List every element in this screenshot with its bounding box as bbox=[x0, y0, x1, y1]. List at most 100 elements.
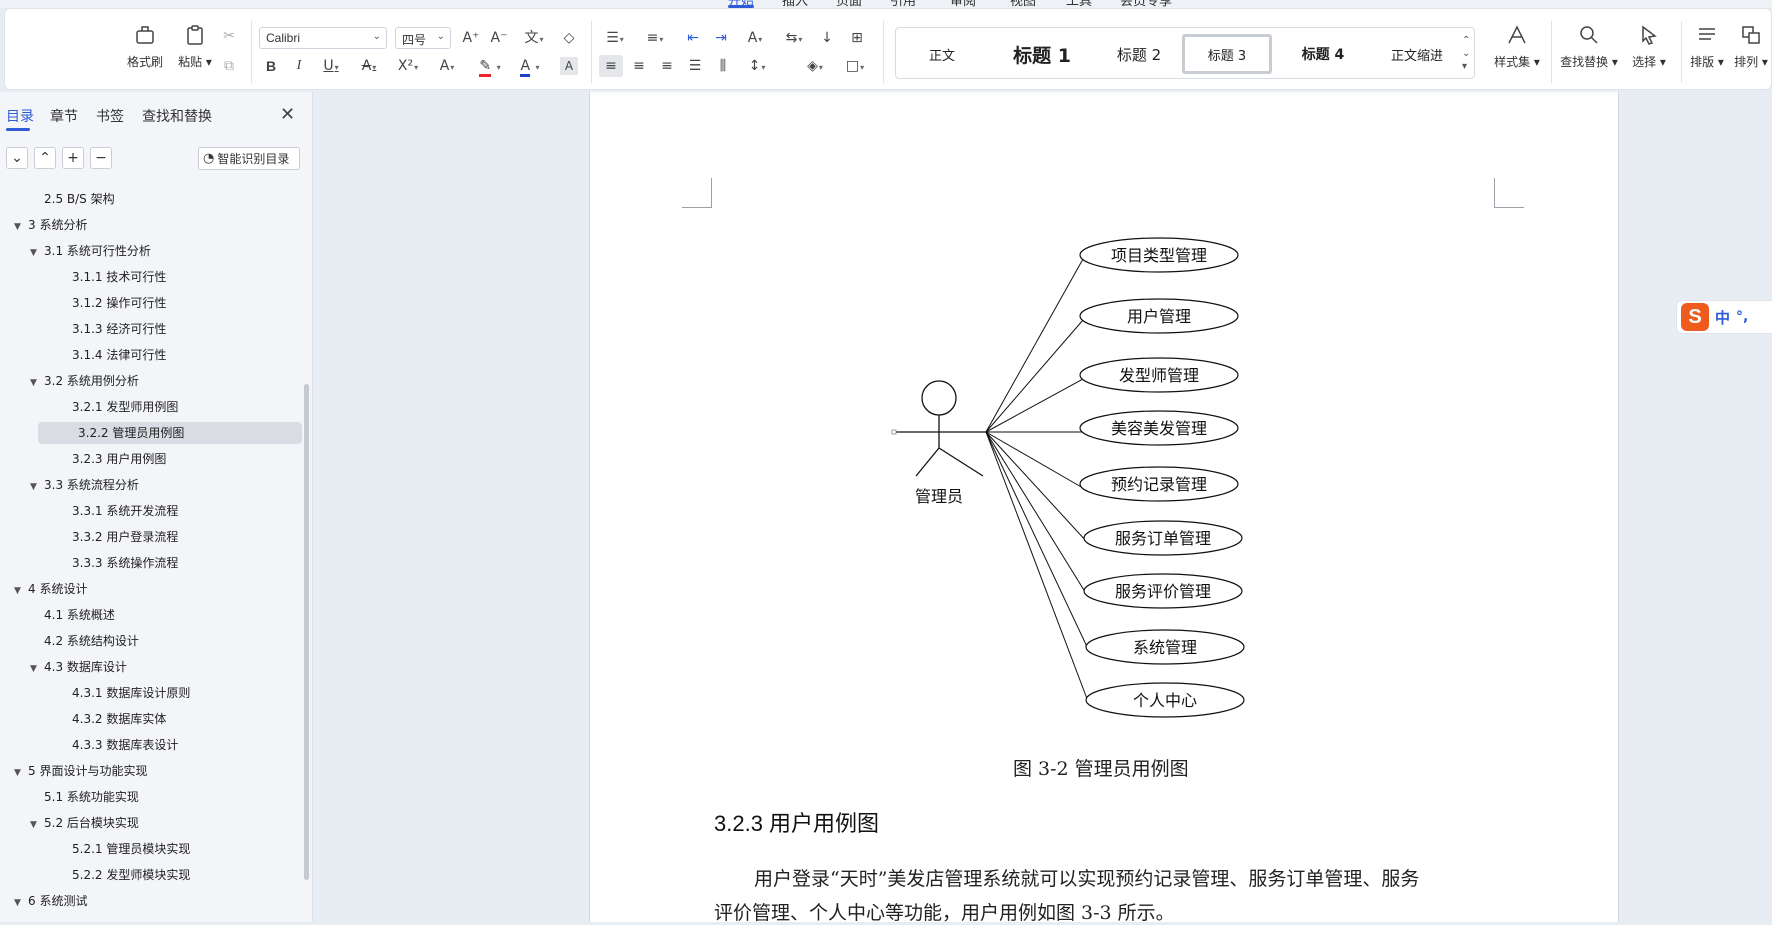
add-heading-button[interactable]: + bbox=[62, 147, 84, 169]
select-button[interactable]: 选择 ▾ bbox=[1627, 23, 1671, 70]
toc-item[interactable]: ▼ 6 系统测试 bbox=[14, 890, 87, 912]
phonetic-guide-icon[interactable]: 文 bbox=[517, 27, 551, 49]
document-page[interactable]: 管理员 项目类型管理 用户管理 发型师管理 美容美发管理 预约记录管理 服务订单管理 服务评价… bbox=[589, 92, 1619, 924]
text-direction-icon[interactable]: ⇆ bbox=[779, 27, 809, 49]
toc-item[interactable]: 4.2 系统结构设计 bbox=[44, 630, 139, 652]
toc-item[interactable]: ▼ 3.1 系统可行性分析 bbox=[30, 240, 151, 262]
expand-triangle-icon[interactable]: ▼ bbox=[30, 242, 44, 264]
toc-item[interactable]: ▼ 3 系统分析 bbox=[14, 214, 87, 236]
toc-item[interactable]: 3.3.2 用户登录流程 bbox=[72, 526, 178, 548]
menu-tab-view[interactable]: 视图 bbox=[1010, 0, 1036, 8]
ime-punctuation[interactable]: °, bbox=[1736, 309, 1748, 325]
paste-button[interactable]: 粘贴 ▾ bbox=[173, 23, 217, 70]
toc-item[interactable]: 3.3.3 系统操作流程 bbox=[72, 552, 178, 574]
toc-item[interactable]: 5.2.2 发型师模块实现 bbox=[72, 864, 190, 886]
menu-tab-review[interactable]: 审阅 bbox=[950, 0, 976, 8]
arrange-button[interactable]: 排列 ▾ bbox=[1731, 23, 1771, 70]
menu-tab-insert[interactable]: 插入 bbox=[782, 0, 808, 8]
toc-item[interactable]: 2.5 B/S 架构 bbox=[44, 188, 115, 210]
italic-icon[interactable]: I bbox=[287, 55, 311, 77]
nav-tab-bookmarks[interactable]: 书签 bbox=[96, 106, 124, 126]
style-heading-2[interactable]: 标题 2 bbox=[1096, 36, 1182, 72]
line-spacing-icon[interactable]: ↕ bbox=[741, 55, 773, 77]
align-center-icon[interactable]: ≡ bbox=[627, 55, 651, 77]
find-replace-button[interactable]: 查找替换 ▾ bbox=[1557, 23, 1621, 70]
copy-icon[interactable]: ⧉ bbox=[217, 55, 241, 77]
ime-toolbar[interactable]: S 中 °, bbox=[1676, 300, 1772, 334]
menu-tab-tools[interactable]: 工具 bbox=[1066, 0, 1092, 8]
layout-button[interactable]: 排版 ▾ bbox=[1687, 23, 1727, 70]
toc-item[interactable]: 3.2.2 管理员用例图 bbox=[38, 422, 302, 444]
bullet-list-icon[interactable]: ☰ bbox=[599, 27, 631, 49]
toc-item[interactable]: 3.1.3 经济可行性 bbox=[72, 318, 166, 340]
toc-item[interactable]: 4.3.3 数据库表设计 bbox=[72, 734, 178, 756]
font-color-icon[interactable]: A bbox=[513, 55, 547, 77]
close-icon[interactable]: ✕ bbox=[280, 104, 295, 125]
style-heading-4[interactable]: 标题 4 bbox=[1278, 36, 1368, 72]
style-heading-3[interactable]: 标题 3 bbox=[1182, 34, 1272, 74]
shrink-font-icon[interactable]: A⁻ bbox=[487, 27, 511, 49]
gallery-scroll-icon[interactable]: ⌃ ⌄ ▾ bbox=[1462, 34, 1470, 73]
toc-item[interactable]: 3.2.3 用户用例图 bbox=[72, 448, 166, 470]
toc-item[interactable]: 3.2.1 发型师用例图 bbox=[72, 396, 178, 418]
menu-tab-page[interactable]: 页面 bbox=[836, 0, 862, 8]
align-left-icon[interactable]: ≡ bbox=[599, 55, 623, 77]
toc-item[interactable]: ▼ 3.2 系统用例分析 bbox=[30, 370, 139, 392]
menu-tab-member[interactable]: 会员专享 bbox=[1120, 0, 1172, 8]
toc-item[interactable]: 3.1.4 法律可行性 bbox=[72, 344, 166, 366]
cut-icon[interactable]: ✂ bbox=[217, 25, 241, 47]
clear-format-icon[interactable]: ◇ bbox=[557, 27, 581, 49]
toc-item[interactable]: 5.1 系统功能实现 bbox=[44, 786, 139, 808]
toc-item[interactable]: ▼ 5 界面设计与功能实现 bbox=[14, 760, 147, 782]
expand-triangle-icon[interactable]: ▼ bbox=[14, 892, 28, 914]
highlight-color-icon[interactable]: ✎ bbox=[473, 55, 507, 77]
style-normal[interactable]: 正文 bbox=[902, 36, 982, 72]
toc-item[interactable]: 3.1.2 操作可行性 bbox=[72, 292, 166, 314]
expand-triangle-icon[interactable]: ▼ bbox=[30, 814, 44, 836]
expand-all-button[interactable]: ⌃ bbox=[34, 147, 56, 169]
decrease-indent-icon[interactable]: ⇤ bbox=[681, 27, 705, 49]
nav-scrollbar[interactable] bbox=[304, 384, 309, 880]
expand-triangle-icon[interactable]: ▼ bbox=[14, 216, 28, 238]
menu-tab-reference[interactable]: 引用 bbox=[890, 0, 916, 8]
toc-item[interactable]: 4.1 系统概述 bbox=[44, 604, 115, 626]
toc-item[interactable]: ▼ 5.2 后台模块实现 bbox=[30, 812, 139, 834]
expand-triangle-icon[interactable]: ▼ bbox=[14, 580, 28, 602]
nav-tab-toc[interactable]: 目录 bbox=[6, 106, 34, 126]
style-heading-1[interactable]: 标题 1 bbox=[992, 36, 1092, 72]
expand-triangle-icon[interactable]: ▼ bbox=[30, 658, 44, 680]
strikethrough-icon[interactable]: A bbox=[353, 55, 385, 77]
nav-tab-find-replace[interactable]: 查找和替换 bbox=[142, 106, 212, 126]
increase-indent-icon[interactable]: ⇥ bbox=[709, 27, 733, 49]
justify-icon[interactable]: ☰ bbox=[683, 55, 707, 77]
toc-item[interactable]: ▼ 4.3 数据库设计 bbox=[30, 656, 127, 678]
toc-item[interactable]: ▼ 3.3 系统流程分析 bbox=[30, 474, 139, 496]
align-right-icon[interactable]: ≡ bbox=[655, 55, 679, 77]
shading-icon[interactable]: ◈ bbox=[799, 55, 831, 77]
style-body-indent[interactable]: 正文缩进 bbox=[1372, 36, 1462, 72]
show-marks-icon[interactable]: ⊞ bbox=[845, 27, 869, 49]
font-size-select[interactable]: 四号 ⌄ bbox=[395, 27, 451, 49]
numbered-list-icon[interactable]: ≡ bbox=[639, 27, 671, 49]
font-name-select[interactable]: Calibri ⌄ bbox=[259, 27, 387, 49]
format-painter-button[interactable]: 格式刷 bbox=[123, 23, 167, 70]
toc-item[interactable]: 3.3.1 系统开发流程 bbox=[72, 500, 178, 522]
expand-triangle-icon[interactable]: ▼ bbox=[30, 372, 44, 394]
toc-item[interactable]: 4.3.2 数据库实体 bbox=[72, 708, 166, 730]
expand-triangle-icon[interactable]: ▼ bbox=[14, 762, 28, 784]
remove-heading-button[interactable]: − bbox=[90, 147, 112, 169]
toc-item[interactable]: 3.1.1 技术可行性 bbox=[72, 266, 166, 288]
char-shading-icon[interactable]: A bbox=[560, 57, 578, 75]
style-set-button[interactable]: 样式集 ▾ bbox=[1489, 23, 1545, 70]
border-icon[interactable]: □ bbox=[839, 55, 871, 77]
text-effect-icon[interactable]: A bbox=[431, 55, 463, 77]
underline-icon[interactable]: U bbox=[315, 55, 347, 77]
superscript-icon[interactable]: X² bbox=[391, 55, 425, 77]
grow-font-icon[interactable]: A⁺ bbox=[459, 27, 483, 49]
expand-triangle-icon[interactable]: ▼ bbox=[30, 476, 44, 498]
distributed-icon[interactable]: ⫼ bbox=[711, 55, 735, 77]
nav-tab-sections[interactable]: 章节 bbox=[50, 106, 78, 126]
smart-toc-button[interactable]: ◔ 智能识别目录 bbox=[198, 147, 300, 170]
collapse-all-button[interactable]: ⌄ bbox=[6, 147, 28, 169]
sort-icon[interactable]: ↓ bbox=[815, 27, 839, 49]
